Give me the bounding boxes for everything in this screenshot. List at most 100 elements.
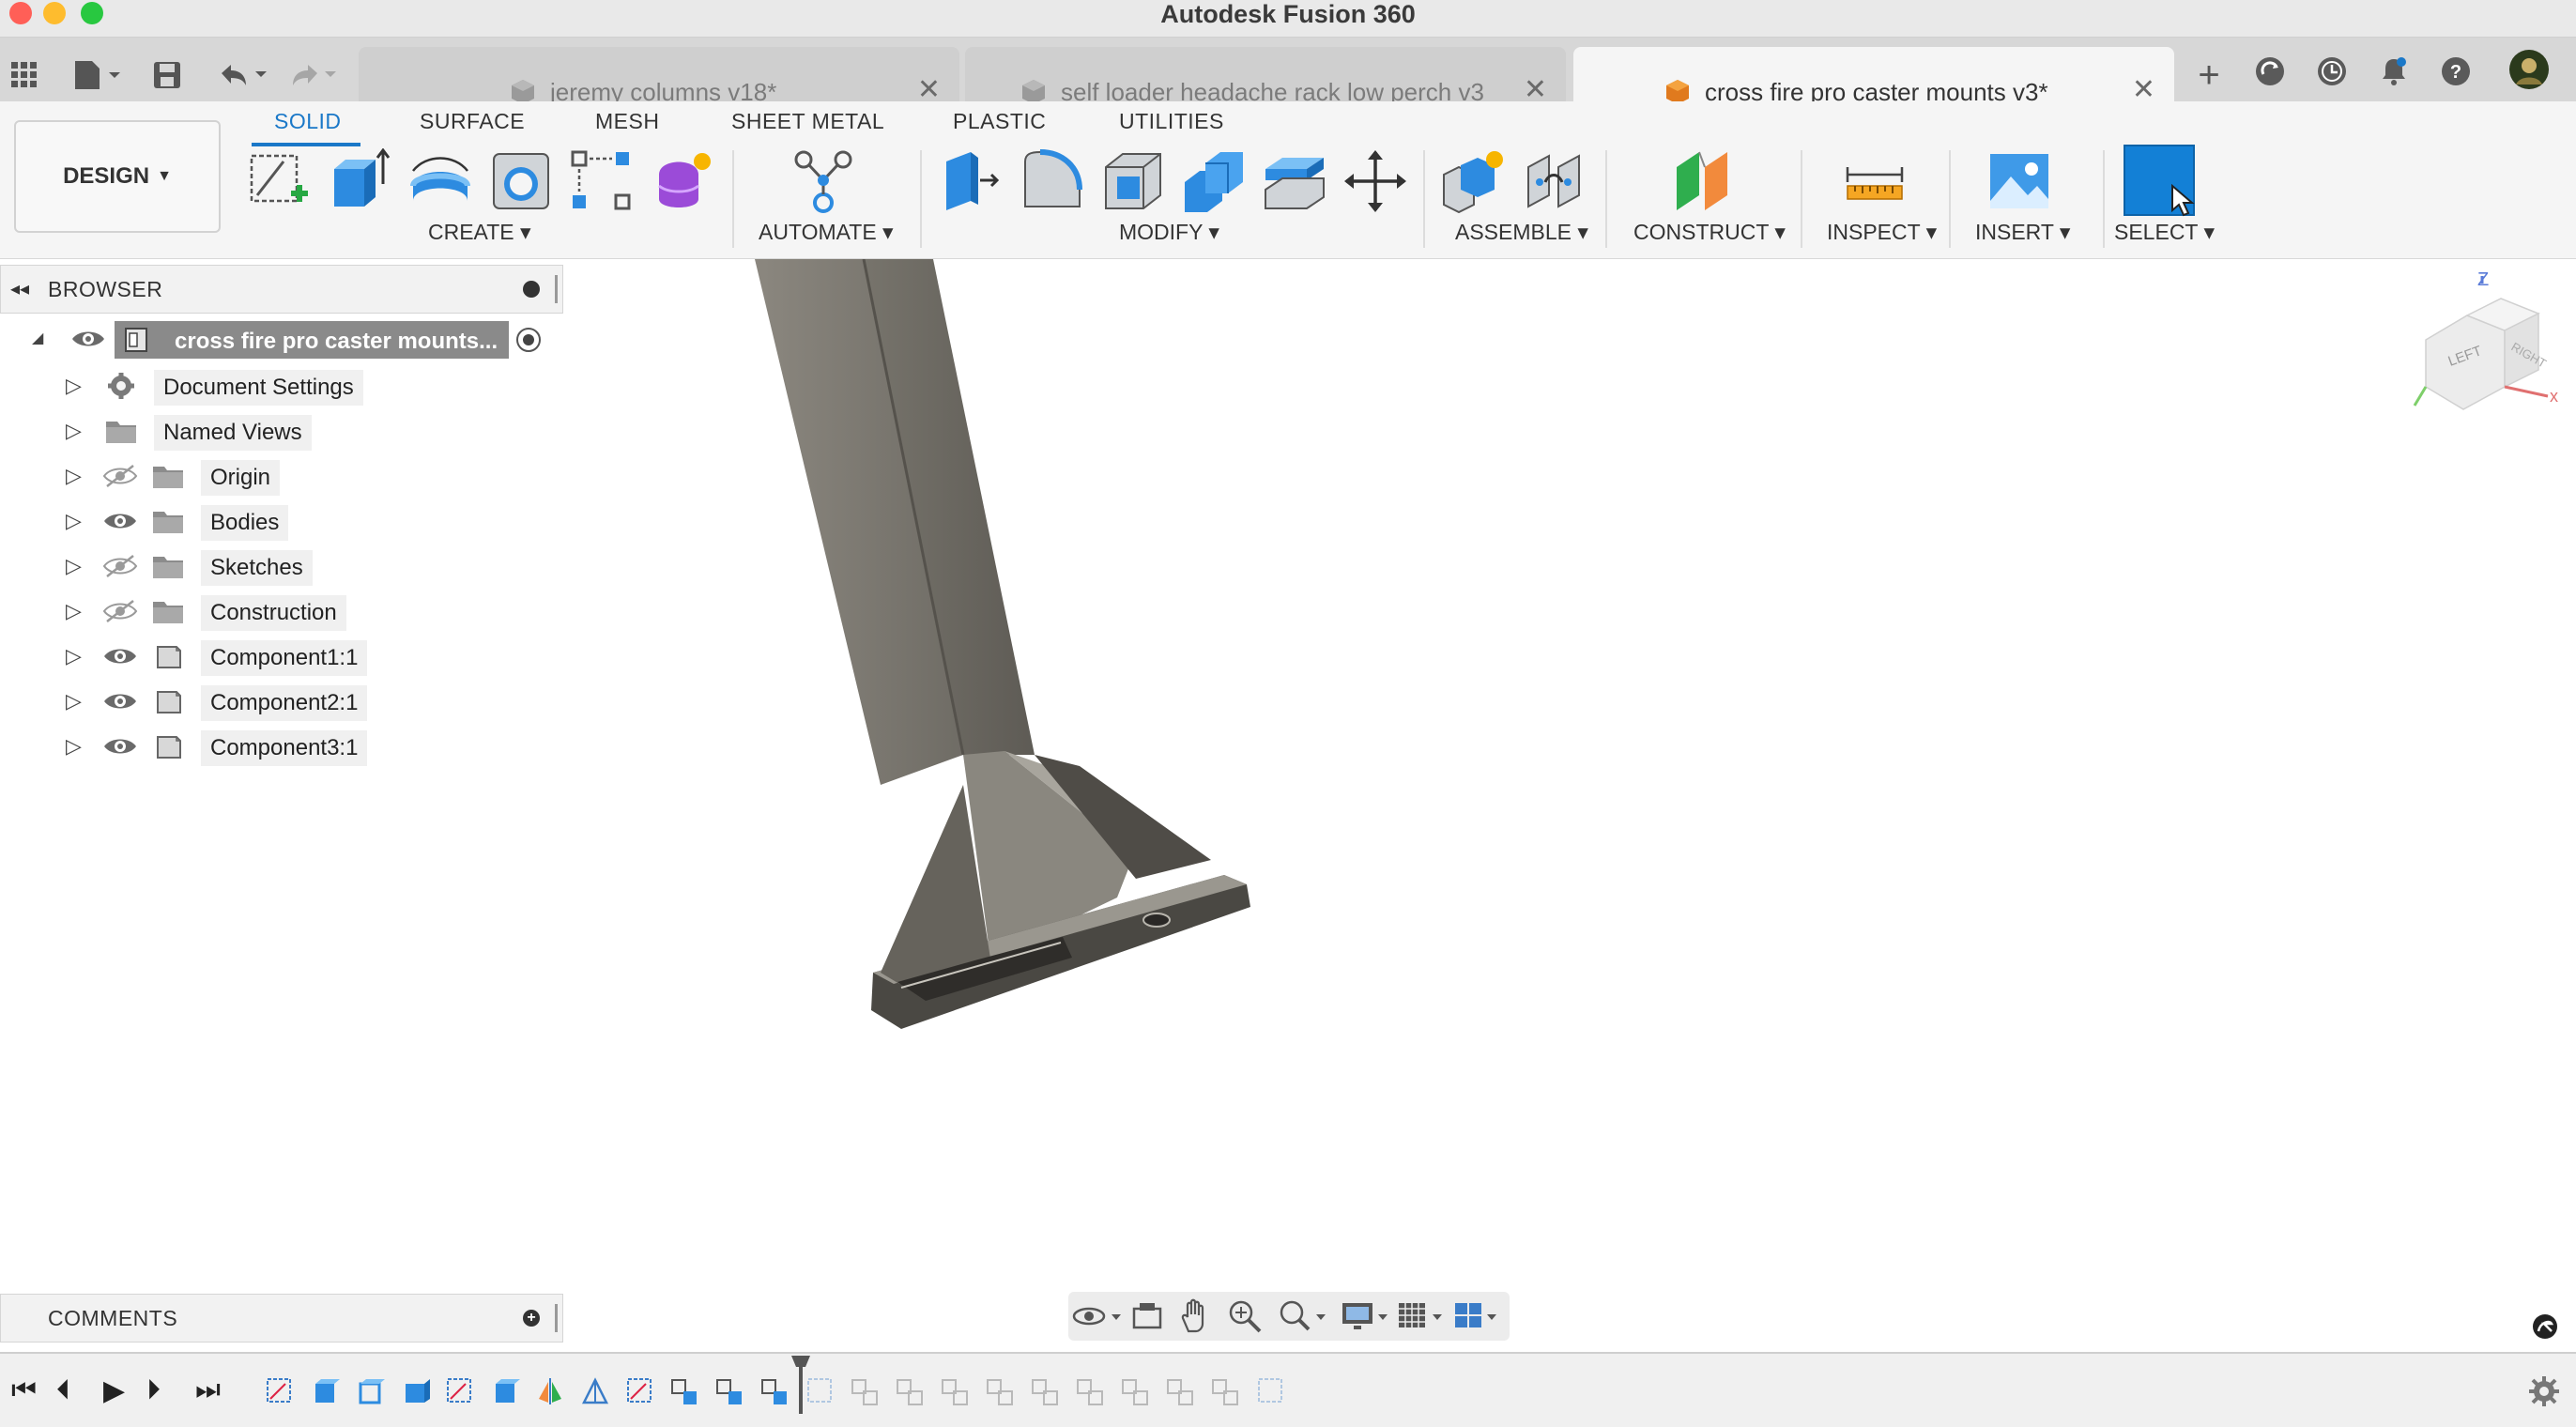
timeline-mirror-icon[interactable] <box>535 1376 565 1406</box>
collapse-panel-icon[interactable]: ◂◂ <box>10 277 29 300</box>
timeline-sketch-icon[interactable] <box>265 1376 295 1406</box>
orbit-icon[interactable] <box>1070 1297 1125 1335</box>
pattern-icon[interactable] <box>569 148 635 214</box>
redo-icon[interactable] <box>284 51 340 100</box>
fit-zoom-icon[interactable] <box>1277 1297 1329 1335</box>
panel-drag-handle[interactable] <box>555 275 558 303</box>
timeline-joint-icon[interactable] <box>1211 1376 1241 1406</box>
timeline-joint-icon[interactable] <box>896 1376 926 1406</box>
group-automate[interactable]: AUTOMATE ▾ <box>759 220 894 245</box>
group-inspect[interactable]: INSPECT ▾ <box>1827 220 1937 245</box>
expand-right-icon[interactable]: ▷ <box>66 509 82 533</box>
move-icon[interactable] <box>1342 148 1408 214</box>
press-pull-icon[interactable] <box>939 148 1004 214</box>
browser-item-component1[interactable]: ▷ Component1:1 <box>0 637 563 678</box>
panel-drag-handle[interactable] <box>555 1304 558 1332</box>
create-sketch-icon[interactable] <box>246 148 312 214</box>
notifications-bell-icon[interactable] <box>2375 53 2413 90</box>
timeline-joint-icon[interactable] <box>851 1376 881 1406</box>
browser-item-component3[interactable]: ▷ Component3:1 <box>0 727 563 768</box>
expand-down-icon[interactable]: ◢ <box>32 329 43 347</box>
help-icon[interactable]: ? <box>2437 53 2475 90</box>
tab-mesh[interactable]: MESH <box>595 109 659 134</box>
timeline-joint-icon[interactable] <box>941 1376 971 1406</box>
new-component-icon[interactable] <box>1440 148 1506 214</box>
expand-right-icon[interactable]: ▷ <box>66 419 82 443</box>
eye-hidden-icon[interactable] <box>101 597 139 625</box>
file-menu-icon[interactable] <box>66 51 126 100</box>
undo-icon[interactable] <box>214 51 270 100</box>
look-at-icon[interactable] <box>1130 1297 1164 1335</box>
expand-right-icon[interactable]: ▷ <box>66 599 82 623</box>
offset-face-icon[interactable] <box>1262 148 1327 214</box>
timeline-shell-icon[interactable] <box>355 1376 385 1406</box>
timeline-joint-icon[interactable] <box>1031 1376 1061 1406</box>
zoom-icon[interactable] <box>1226 1297 1264 1335</box>
measure-icon[interactable] <box>1842 148 1908 214</box>
timeline-joint-icon[interactable] <box>1076 1376 1106 1406</box>
hole-icon[interactable] <box>488 148 554 214</box>
extrude-icon[interactable] <box>327 148 392 214</box>
step-back-icon[interactable]: ⏴ <box>56 1374 70 1406</box>
timeline-joint-icon[interactable] <box>670 1376 700 1406</box>
timeline-settings-gear-icon[interactable] <box>2527 1374 2561 1408</box>
timeline-sketch-icon[interactable] <box>1256 1376 1286 1406</box>
browser-item-document-settings[interactable]: ▷ Document Settings <box>0 366 563 407</box>
eye-icon[interactable] <box>101 507 139 535</box>
add-comment-icon[interactable]: + <box>523 1310 540 1327</box>
eye-hidden-icon[interactable] <box>101 462 139 490</box>
timeline-joint-icon[interactable] <box>1121 1376 1151 1406</box>
expand-right-icon[interactable]: ▷ <box>66 464 82 488</box>
play-icon[interactable]: ▶ <box>103 1374 125 1407</box>
timeline-plane-icon[interactable] <box>580 1376 610 1406</box>
group-modify[interactable]: MODIFY ▾ <box>1119 220 1219 245</box>
expand-right-icon[interactable]: ▷ <box>66 554 82 578</box>
timeline-joint-icon[interactable] <box>986 1376 1016 1406</box>
tab-utilities[interactable]: UTILITIES <box>1119 109 1224 134</box>
tab-sheet-metal[interactable]: SHEET METAL <box>731 109 884 134</box>
select-tool-button[interactable] <box>2124 145 2195 217</box>
automate-icon[interactable] <box>790 148 856 214</box>
extensions-icon[interactable] <box>2251 53 2289 90</box>
timeline-joint-icon[interactable] <box>760 1376 790 1406</box>
timeline-extrude-icon[interactable] <box>400 1376 430 1406</box>
eye-icon[interactable] <box>101 732 139 760</box>
browser-item-sketches[interactable]: ▷ Sketches <box>0 546 563 588</box>
expand-right-icon[interactable]: ▷ <box>66 734 82 759</box>
group-select[interactable]: SELECT ▾ <box>2114 220 2215 245</box>
timeline-joint-icon[interactable] <box>1166 1376 1196 1406</box>
expand-right-icon[interactable]: ▷ <box>66 644 82 668</box>
go-to-start-icon[interactable]: ⏮ <box>11 1374 37 1406</box>
3d-model-caster-mount[interactable] <box>732 259 1446 1057</box>
revolve-icon[interactable] <box>407 148 473 214</box>
activate-radio-icon[interactable] <box>514 326 543 354</box>
tab-solid[interactable]: SOLID <box>274 109 342 134</box>
group-construct[interactable]: CONSTRUCT ▾ <box>1633 220 1786 245</box>
eye-icon[interactable] <box>69 325 107 353</box>
workspace-switcher[interactable]: DESIGN ▼ <box>14 120 221 233</box>
browser-item-bodies[interactable]: ▷ Bodies <box>0 501 563 543</box>
timeline-sketch-icon[interactable] <box>625 1376 655 1406</box>
tab-plastic[interactable]: PLASTIC <box>953 109 1046 134</box>
avatar[interactable] <box>2508 49 2550 90</box>
data-panel-grid-icon[interactable] <box>6 51 43 100</box>
joint-icon[interactable] <box>1521 148 1587 214</box>
fillet-icon[interactable] <box>1020 148 1085 214</box>
group-assemble[interactable]: ASSEMBLE ▾ <box>1455 220 1588 245</box>
go-to-end-icon[interactable]: ⏭ <box>195 1374 221 1406</box>
viewcube[interactable]: Z LEFT RIGHT x <box>2407 265 2567 424</box>
timeline-extrude-icon[interactable] <box>490 1376 520 1406</box>
timeline-sketch-icon[interactable] <box>805 1376 836 1406</box>
timeline-sketch-icon[interactable] <box>445 1376 475 1406</box>
group-create[interactable]: CREATE ▾ <box>428 220 531 245</box>
browser-item-component2[interactable]: ▷ Component2:1 <box>0 682 563 723</box>
minimize-panel-icon[interactable] <box>523 281 540 298</box>
browser-item-named-views[interactable]: ▷ Named Views <box>0 411 563 453</box>
combine-icon[interactable] <box>1181 148 1247 214</box>
expand-right-icon[interactable]: ▷ <box>66 689 82 714</box>
browser-root-row[interactable]: ◢ cross fire pro caster mounts... <box>0 319 563 361</box>
group-insert[interactable]: INSERT ▾ <box>1975 220 2070 245</box>
eye-icon[interactable] <box>101 642 139 670</box>
browser-item-construction[interactable]: ▷ Construction <box>0 591 563 633</box>
comments-panel-header[interactable]: COMMENTS + <box>0 1294 563 1343</box>
